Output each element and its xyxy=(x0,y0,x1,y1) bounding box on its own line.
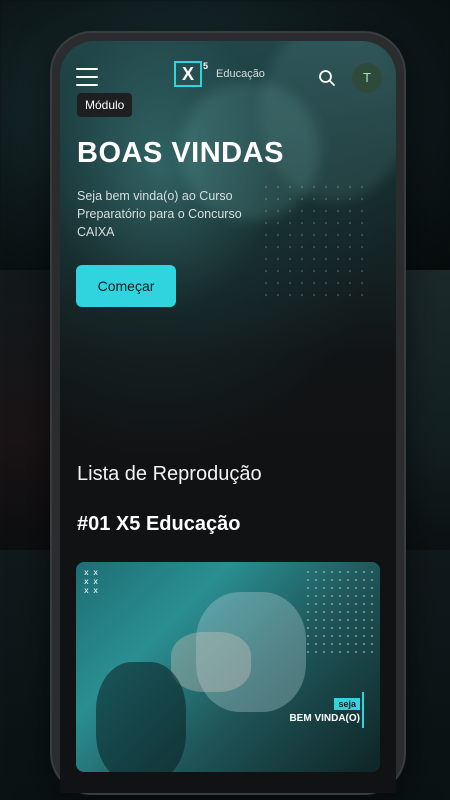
app-logo: X 5 Educação xyxy=(174,61,265,87)
thumb-handshake xyxy=(171,632,251,692)
logo-mark: X 5 xyxy=(174,61,208,87)
logo-letter: X xyxy=(181,63,194,84)
thumb-badge-main: BEM VINDA(O) xyxy=(289,713,360,724)
episode-title: #01 X5 Educação xyxy=(77,513,241,535)
thumb-marks: x x x x x x xyxy=(84,568,100,595)
backdrop-left xyxy=(0,270,60,550)
search-icon xyxy=(319,70,335,86)
user-avatar[interactable]: T xyxy=(352,63,382,93)
thumb-figure-shadow xyxy=(96,662,186,772)
search-button[interactable] xyxy=(318,69,336,87)
app-screen: X 5 Educação T Módulo BOAS VINDAS Seja b… xyxy=(60,41,396,793)
thumb-dot-pattern xyxy=(304,568,374,658)
module-chip: Módulo xyxy=(77,93,133,117)
page-title: BOAS VINDAS xyxy=(77,137,284,169)
thumb-badge-bar xyxy=(362,692,364,728)
episode-thumbnail[interactable]: x x x x x x seja BEM VINDA(O) xyxy=(76,562,380,772)
thumb-badge: seja BEM VINDA(O) xyxy=(289,694,360,724)
menu-button[interactable] xyxy=(76,68,98,86)
page-subtitle: Seja bem vinda(o) ao Curso Preparatório … xyxy=(77,189,242,239)
phone-frame: X 5 Educação T Módulo BOAS VINDAS Seja b… xyxy=(52,33,404,793)
thumb-badge-small: seja xyxy=(334,698,360,710)
logo-text: Educação xyxy=(216,68,265,80)
logo-superscript: 5 xyxy=(202,61,208,71)
start-button[interactable]: Começar xyxy=(76,265,176,307)
playlist-heading: Lista de Reprodução xyxy=(77,463,262,485)
